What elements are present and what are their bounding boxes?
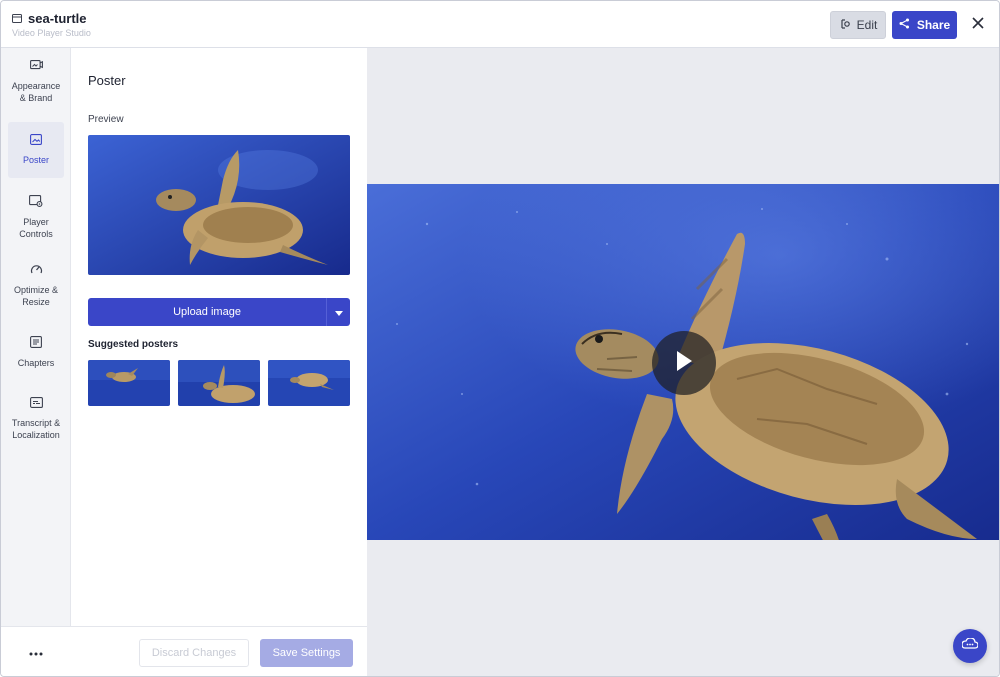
captions-icon [29,397,43,411]
page-title: sea-turtle [28,11,87,26]
close-button[interactable] [968,15,988,35]
edit-icon [839,18,851,33]
help-chat-button[interactable] [953,629,987,663]
nav-item-poster[interactable]: Poster [8,122,64,178]
app-window: sea-turtle Video Player Studio Edit Shar… [0,0,1000,677]
share-label: Share [916,18,951,32]
poster-panel: Poster Preview Upload image Suggested po… [71,48,367,626]
nav-label: Appearance & Brand [11,81,61,103]
preview-label: Preview [88,114,124,125]
upload-image-split-button: Upload image [88,298,350,326]
caret-down-icon [334,303,343,321]
video-player[interactable] [367,184,999,540]
nav-label: Optimize & Resize [13,285,58,307]
suggested-poster-2[interactable] [178,360,260,406]
play-button[interactable] [652,331,716,395]
share-icon [899,18,910,32]
top-bar: sea-turtle Video Player Studio Edit Shar… [1,1,999,48]
save-settings-button[interactable]: Save Settings [260,639,353,667]
nav-label: Player Controls [19,217,53,239]
player-controls-icon [29,195,43,210]
chat-icon [961,637,979,655]
poster-preview-image [88,135,350,275]
nav-item-chapters[interactable]: Chapters [8,336,64,372]
nav-item-appearance[interactable]: Appearance & Brand [8,60,64,108]
settings-nav: Appearance & Brand Poster Player Control… [1,48,71,656]
panel-footer: Discard Changes Save Settings [1,626,367,676]
video-icon [12,14,22,23]
nav-label: Chapters [17,358,55,368]
gauge-icon [30,263,43,278]
page-subtitle: Video Player Studio [12,28,91,38]
nav-label: Poster [22,155,49,165]
title-block: sea-turtle Video Player Studio [12,11,91,38]
upload-image-button[interactable]: Upload image [88,298,326,326]
suggested-poster-3[interactable] [268,360,350,406]
more-options-button[interactable] [27,645,45,659]
brand-icon [29,60,43,74]
image-icon [30,134,42,148]
suggested-poster-1[interactable] [88,360,170,406]
upload-options-dropdown[interactable] [326,298,350,326]
ellipsis-icon [29,643,43,661]
nav-item-player-controls[interactable]: Player Controls [8,195,64,243]
panel-title: Poster [88,73,126,88]
play-icon [675,350,693,377]
list-icon [30,336,42,351]
nav-item-transcript[interactable]: Transcript & Localization [8,397,64,445]
video-stage [367,48,999,676]
edit-label: Edit [856,18,878,32]
edit-button[interactable]: Edit [830,11,886,39]
discard-changes-button[interactable]: Discard Changes [139,639,249,667]
suggested-posters-label: Suggested posters [88,339,179,350]
share-button[interactable]: Share [892,11,957,39]
nav-label: Transcript & Localization [11,418,61,440]
nav-item-optimize[interactable]: Optimize & Resize [8,263,64,311]
close-icon [972,16,984,34]
